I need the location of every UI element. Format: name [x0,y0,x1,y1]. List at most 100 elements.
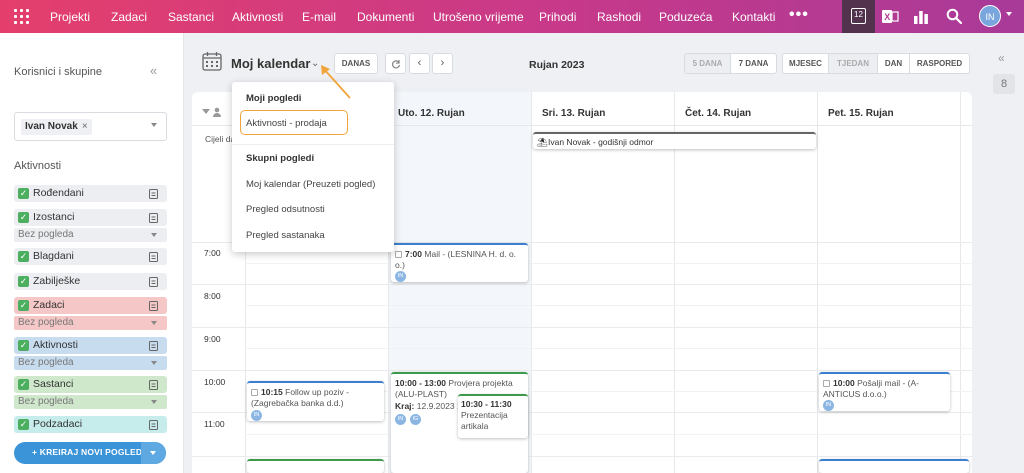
activity-label: Podzadaci [33,418,83,430]
nav-aktivnosti[interactable]: Aktivnosti [232,10,283,24]
create-view-button[interactable]: + KREIRAJ NOVI POGLED [14,442,166,464]
view-day[interactable]: DAN [877,53,910,74]
calendar-title[interactable]: Moj kalendar [231,56,310,71]
checkbox-icon[interactable]: ✓ [18,188,29,199]
apps-grid-icon[interactable] [14,9,29,24]
view-select[interactable]: Bez pogleda [14,395,167,409]
column-divider [960,92,961,473]
event-follow-up[interactable]: 10:15 Follow up poziv - (Zagrebačka bank… [247,381,384,421]
checkbox-icon[interactable]: ✓ [18,419,29,430]
my-views-header: Moji pogledi [246,93,302,104]
nav-email[interactable]: E-mail [302,10,336,24]
event-partial[interactable] [819,459,969,473]
view-5-days[interactable]: 5 DANA [684,53,731,74]
view-aktivnosti-prodaja[interactable]: Aktivnosti - prodaja [246,118,327,129]
activity-item[interactable]: ✓ Aktivnosti [14,337,167,354]
view-pregled-sastanaka[interactable]: Pregled sastanaka [246,230,325,241]
view-schedule[interactable]: RASPORED [909,53,970,74]
hour-line [192,284,972,285]
chevron-right-icon: › [440,57,445,69]
nav-utroseno-vrijeme[interactable]: Utrošeno vrijeme [433,10,524,24]
checkbox-icon [823,380,830,387]
nav-poduzeca[interactable]: Poduzeća [659,10,712,24]
checkbox-icon [395,251,402,258]
activity-item[interactable]: ✓ Blagdani [14,248,167,265]
expand-panel-icon[interactable]: « [998,51,1005,65]
view-moj-kalendar-preuzeti[interactable]: Moj kalendar (Preuzeti pogled) [246,179,375,190]
view-select[interactable]: Bez pogleda [14,316,167,330]
activity-item[interactable]: ✓ Zabilješke [14,273,167,290]
avatar-chevron-down-icon[interactable] [1006,12,1012,16]
event-posalji-mail[interactable]: 10:00 Pošalji mail - (A-ANTICUS d.o.o.) … [819,372,950,411]
prev-button[interactable]: ‹ [409,53,430,74]
filter-people-icon[interactable] [202,107,222,117]
activity-label: Blagdani [33,250,74,262]
nav-sastanci[interactable]: Sastanci [168,10,214,24]
event-prezentacija[interactable]: 10:30 - 11:30 Prezentacija artikala [458,394,528,438]
view-7-days[interactable]: 7 DANA [730,53,777,74]
chevron-down-icon [150,451,156,455]
checkbox-icon[interactable]: ✓ [18,276,29,287]
checkbox-icon[interactable]: ✓ [18,300,29,311]
count-badge[interactable]: 8 [993,74,1015,94]
phone-icon [149,341,158,351]
checkbox-icon[interactable]: ✓ [18,379,29,390]
activity-label: Rođendani [33,187,84,199]
day-header-fri[interactable]: Pet. 15. Rujan [828,108,894,119]
column-divider [817,92,818,473]
day-header-thu[interactable]: Čet. 14. Rujan [685,108,751,119]
user-avatar[interactable]: IN [979,5,1001,27]
chevron-down-icon[interactable] [151,123,157,127]
chevron-down-icon [151,361,157,365]
view-select[interactable]: Bez pogleda [14,356,167,370]
all-day-label: Cijeli da [205,134,236,144]
activity-item[interactable]: ✓ Izostanci [14,209,167,226]
activity-item[interactable]: ✓ Podzadaci [14,416,167,433]
view-month[interactable]: MJESEC [782,53,829,74]
create-view-dropdown[interactable] [141,442,166,464]
right-panel: « 8 [990,33,1024,473]
nav-dokumenti[interactable]: Dokumenti [357,10,414,24]
checkbox-icon[interactable]: ✓ [18,212,29,223]
collapse-sidebar-icon[interactable]: « [150,63,157,78]
activity-item[interactable]: ✓ Sastanci [14,376,167,393]
clipboard-icon [149,301,158,311]
view-select-label: Bez pogleda [18,396,74,407]
nav-projekti[interactable]: Projekti [50,10,90,24]
refresh-icon [391,60,400,69]
clipboard-icon [149,420,158,430]
next-button[interactable]: › [432,53,453,74]
all-day-event[interactable]: ⛱ Ivan Novak - godišnji odmor [533,132,816,149]
view-select[interactable]: Bez pogleda [14,228,167,242]
half-hour-line [245,263,972,264]
avatar: IN [251,410,262,421]
excel-icon[interactable]: X [882,9,899,24]
checkbox-icon[interactable]: ✓ [18,251,29,262]
activity-item[interactable]: ✓ Zadaci [14,297,167,314]
calendar-nav-button[interactable]: 12 [842,0,875,33]
view-week[interactable]: TJEDAN [828,53,878,74]
nav-zadaci[interactable]: Zadaci [111,10,147,24]
chevron-down-icon [151,233,157,237]
nav-prihodi[interactable]: Prihodi [539,10,576,24]
activity-item[interactable]: ✓ Rođendani [14,185,167,202]
event-partial[interactable] [247,459,384,473]
bar-chart-icon[interactable] [913,9,929,24]
user-select[interactable]: Ivan Novak × [14,112,167,141]
checkbox-icon[interactable]: ✓ [18,340,29,351]
remove-user-icon[interactable]: × [82,121,88,132]
day-header-wed[interactable]: Sri. 13. Rujan [542,108,605,119]
top-navigation: Projekti Zadaci Sastanci Aktivnosti E-ma… [0,0,1024,33]
current-month: Rujan 2023 [529,59,585,71]
refresh-button[interactable] [385,53,406,74]
nav-kontakti[interactable]: Kontakti [732,10,775,24]
event-mail-lesnina[interactable]: 7:00 Mail - (LESNINA H. d. o. o.) IN [391,243,528,282]
clipboard-icon [149,213,158,223]
day-header-tue[interactable]: Uto. 12. Rujan [398,108,465,119]
search-icon[interactable] [946,8,962,24]
nav-rashodi[interactable]: Rashodi [597,10,641,24]
user-chip-label: Ivan Novak [25,121,78,132]
view-pregled-odsutnosti[interactable]: Pregled odsutnosti [246,204,325,215]
more-menu-icon[interactable]: ••• [789,6,809,24]
avatar: IN [395,271,406,282]
